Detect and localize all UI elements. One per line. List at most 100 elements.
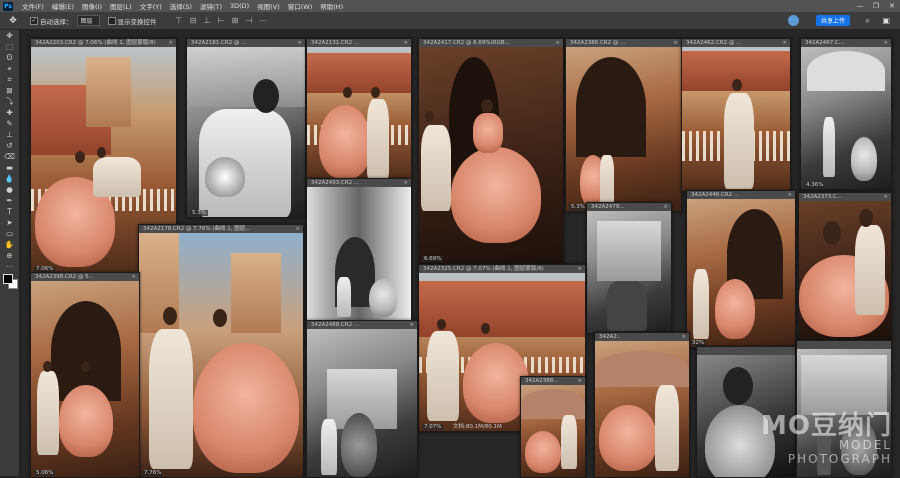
minimize-button[interactable]: — <box>852 0 868 12</box>
document-window[interactable]: 342A2398.CR2 @ 5... × 5.06% <box>30 272 140 478</box>
close-tab-icon[interactable]: × <box>681 333 686 341</box>
cloud-icon[interactable] <box>788 15 799 26</box>
align-top-icon[interactable]: ⊤ <box>175 16 184 25</box>
lasso-tool-icon[interactable]: ʘ <box>0 52 19 63</box>
photo-canvas[interactable] <box>566 47 681 211</box>
photo-canvas[interactable] <box>521 385 585 477</box>
document-window[interactable]: 342A2479... × <box>586 202 672 334</box>
close-tab-icon[interactable]: × <box>297 39 302 47</box>
color-swatches[interactable] <box>0 272 19 290</box>
hand-tool-icon[interactable]: ✋ <box>0 239 19 250</box>
photo-canvas[interactable] <box>595 341 689 477</box>
document-window[interactable]: 342A2181.CR2 @ ... × 5.3% <box>186 38 306 218</box>
align-middle-icon[interactable]: ⊟ <box>189 16 198 25</box>
document-tab[interactable]: 342A2373.C... × <box>799 193 891 201</box>
menu-layer[interactable]: 图层(L) <box>106 1 136 11</box>
close-tab-icon[interactable]: × <box>555 39 560 47</box>
menu-help[interactable]: 帮助(H) <box>316 1 347 11</box>
menu-image[interactable]: 图像(I) <box>78 1 106 11</box>
close-tab-icon[interactable]: × <box>673 39 678 47</box>
eyedropper-tool-icon[interactable]: ⤵ <box>0 96 19 107</box>
document-tab[interactable]: 342A2398.CR2 @ 5... × <box>31 273 139 281</box>
gradient-tool-icon[interactable]: ▬ <box>0 162 19 173</box>
photo-canvas[interactable] <box>139 233 303 477</box>
healing-brush-tool-icon[interactable]: ✚ <box>0 107 19 118</box>
document-tab[interactable]: 342A2131.CR2 ... × <box>307 39 411 47</box>
shape-tool-icon[interactable]: ▭ <box>0 228 19 239</box>
menu-filter[interactable]: 滤镜(T) <box>196 1 226 11</box>
document-tab[interactable] <box>697 347 795 355</box>
clone-stamp-tool-icon[interactable]: ⊥ <box>0 129 19 140</box>
photo-canvas[interactable] <box>587 211 671 333</box>
eraser-tool-icon[interactable]: ⌫ <box>0 151 19 162</box>
blur-tool-icon[interactable]: 💧 <box>0 173 19 184</box>
show-transform-checkbox[interactable] <box>107 16 116 25</box>
photo-canvas[interactable] <box>801 47 891 189</box>
document-tab[interactable]: 342A2.. × <box>595 333 689 341</box>
type-tool-icon[interactable]: T <box>0 206 19 217</box>
document-tab[interactable]: 342A2493.CR2 ... × <box>307 179 411 187</box>
document-window[interactable]: 342A2131.CR2 ... × <box>306 38 412 180</box>
document-tab[interactable]: 342A2417.CR2 @ 6.69%(RGB... × <box>419 39 563 47</box>
dodge-tool-icon[interactable]: ● <box>0 184 19 195</box>
path-select-tool-icon[interactable]: ➤ <box>0 217 19 228</box>
history-brush-tool-icon[interactable]: ↺ <box>0 140 19 151</box>
edit-toolbar-icon[interactable]: ⋯ <box>0 261 19 272</box>
pen-tool-icon[interactable]: ✒ <box>0 195 19 206</box>
document-window[interactable]: 342A2488.CR2 ... × <box>306 320 418 478</box>
document-window[interactable]: 342A2467.C... × 4.36% <box>800 38 892 190</box>
move-tool-preset-icon[interactable]: ✥ <box>4 15 22 27</box>
document-window[interactable]: 342A2417.CR2 @ 6.69%(RGB... × 6.69% <box>418 38 564 264</box>
close-tab-icon[interactable]: × <box>883 193 888 201</box>
distribute-icon[interactable]: ⋯ <box>259 16 268 25</box>
align-bottom-icon[interactable]: ⊥ <box>203 16 212 25</box>
align-right-icon[interactable]: ⊣ <box>245 16 254 25</box>
auto-select-dropdown[interactable]: 图层 <box>76 15 100 26</box>
close-tab-icon[interactable]: × <box>403 39 408 47</box>
close-tab-icon[interactable]: × <box>409 321 414 329</box>
close-button[interactable]: ✕ <box>884 0 900 12</box>
document-window[interactable]: 342A2178.CR2 @ 7.76% (曲线 1, 图层... × 7.76% <box>138 224 304 478</box>
align-center-icon[interactable]: ⊞ <box>231 16 240 25</box>
workspace-icon[interactable]: ▣ <box>882 16 890 25</box>
close-tab-icon[interactable]: × <box>782 39 787 47</box>
document-window[interactable]: 342A2462.CR2 @ ... × <box>681 38 791 192</box>
close-tab-icon[interactable]: × <box>787 191 792 199</box>
restore-button[interactable]: ❐ <box>868 0 884 12</box>
auto-select-checkbox[interactable]: ✓ <box>30 16 38 25</box>
photo-canvas[interactable] <box>799 201 891 339</box>
document-window[interactable]: 342A2388... × <box>520 376 586 478</box>
document-tab[interactable]: 342A2462.CR2 @ ... × <box>682 39 790 47</box>
marquee-tool-icon[interactable]: ⬚ <box>0 41 19 52</box>
document-tab[interactable]: 342A2479... × <box>587 203 671 211</box>
document-tab[interactable]: 342A2446.CR2 ... × <box>687 191 795 199</box>
document-tab[interactable]: 342A2181.CR2 @ ... × <box>187 39 305 47</box>
document-window[interactable]: 342A2386.CR2 @ ... × 5.3% <box>565 38 682 212</box>
photo-canvas[interactable] <box>687 199 795 347</box>
document-tab[interactable]: 342A2386.CR2 @ ... × <box>566 39 681 47</box>
menu-edit[interactable]: 编辑(E) <box>48 1 78 11</box>
document-tab[interactable]: 342A2178.CR2 @ 7.76% (曲线 1, 图层... × <box>139 225 303 233</box>
menu-file[interactable]: 文件(F) <box>18 1 48 11</box>
photo-canvas[interactable] <box>307 187 411 321</box>
document-window[interactable]: 342A2493.CR2 ... × <box>306 178 412 322</box>
document-tab[interactable]: 342A2203.CR2 @ 7.06% (曲线 1, 图层蒙版/8) × <box>31 39 176 47</box>
document-window[interactable]: 342A2446.CR2 ... × 32% <box>686 190 796 348</box>
close-tab-icon[interactable]: × <box>663 203 668 211</box>
close-tab-icon[interactable]: × <box>577 265 582 273</box>
brush-tool-icon[interactable]: ✎ <box>0 118 19 129</box>
quick-select-tool-icon[interactable]: ⌖ <box>0 63 19 74</box>
document-tab[interactable] <box>797 341 891 349</box>
share-button[interactable]: 共享上传 <box>815 15 850 26</box>
document-window[interactable]: 342A2.. × <box>594 332 690 478</box>
menu-window[interactable]: 窗口(W) <box>284 1 317 11</box>
menu-3d[interactable]: 3D(D) <box>226 2 253 10</box>
zoom-tool-icon[interactable]: ⊕ <box>0 250 19 261</box>
close-tab-icon[interactable]: × <box>131 273 136 281</box>
document-tab[interactable]: 342A2467.C... × <box>801 39 891 47</box>
align-left-icon[interactable]: ⊢ <box>217 16 226 25</box>
foreground-color-swatch[interactable] <box>3 274 13 284</box>
photo-canvas[interactable] <box>187 47 305 217</box>
close-tab-icon[interactable]: × <box>883 39 888 47</box>
photo-canvas[interactable] <box>31 281 139 477</box>
